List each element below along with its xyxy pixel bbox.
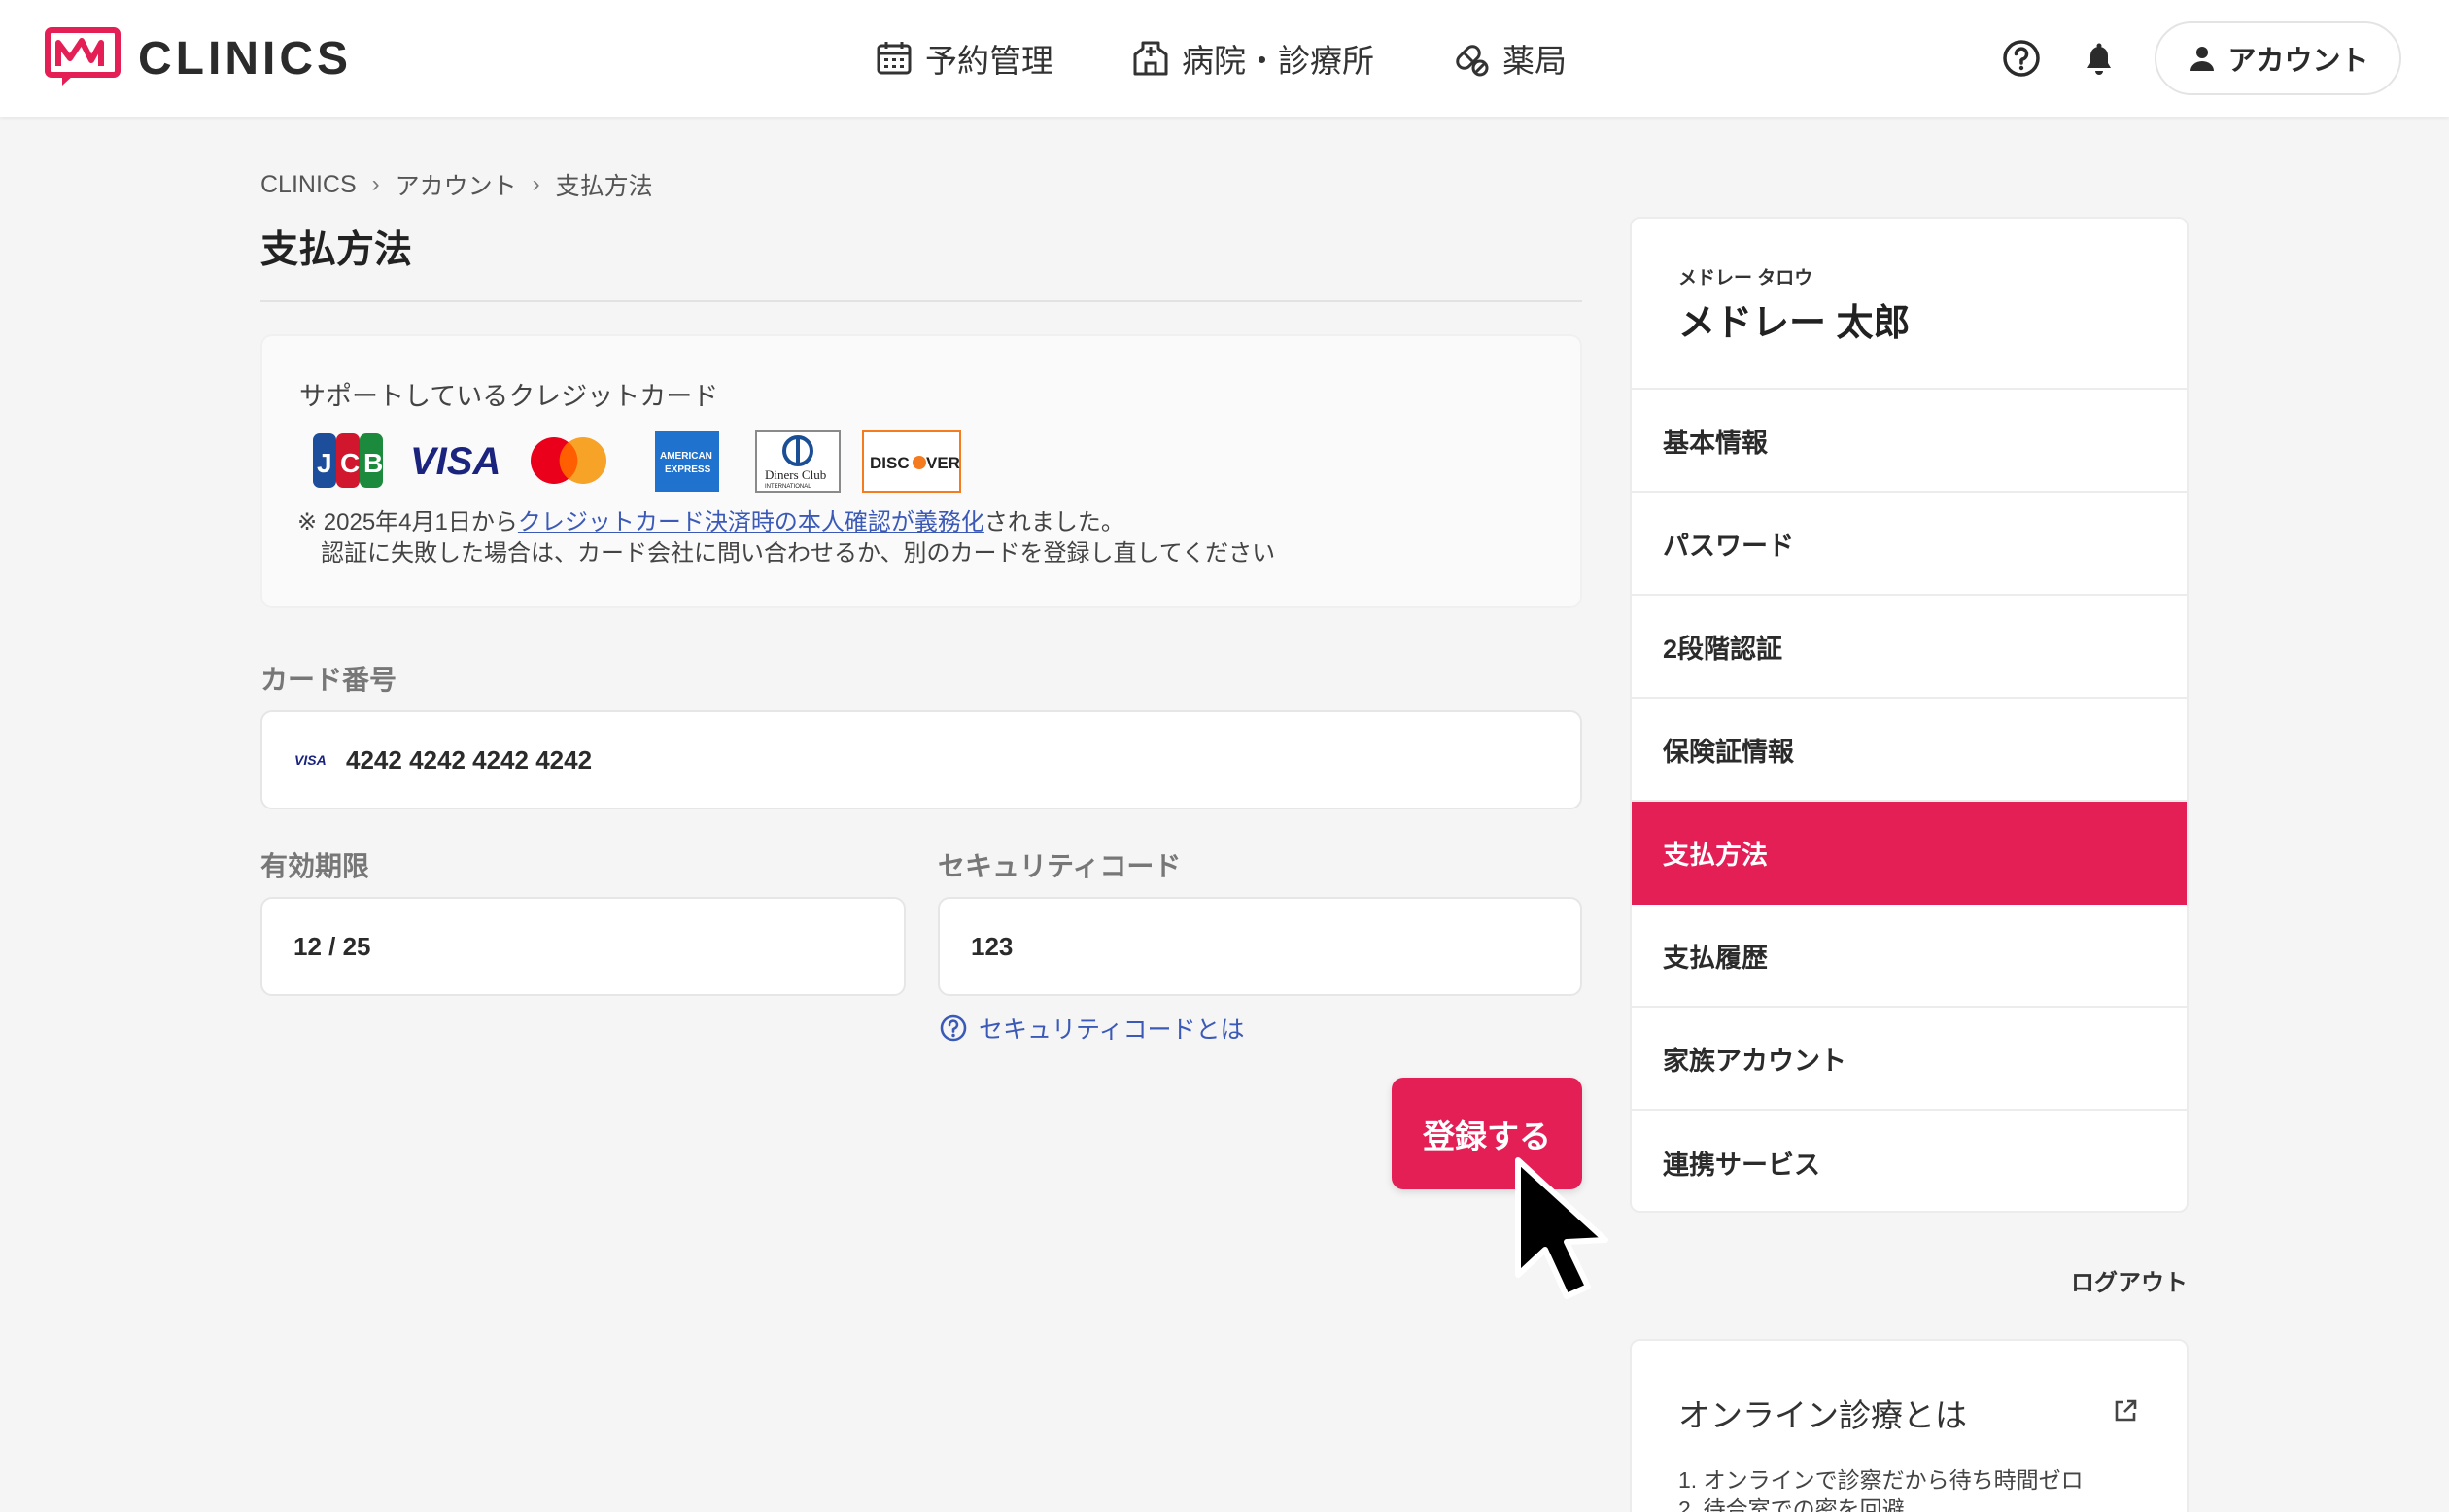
bell-icon[interactable] <box>2078 37 2121 80</box>
card-number-input[interactable]: VISA 4242 4242 4242 4242 <box>260 710 1582 809</box>
sidebar-item-linked-services[interactable]: 連携サービス <box>1632 1111 2187 1211</box>
auth-notice: ※ 2025年4月1日からクレジットカード決済時の本人確認が義務化されました。 … <box>297 507 1275 569</box>
pill-icon <box>1456 45 1489 77</box>
expiry-input[interactable]: 12 / 25 <box>260 897 906 996</box>
calendar-icon <box>877 42 912 75</box>
svg-text:Diners Club: Diners Club <box>765 467 826 482</box>
supported-cards-box: サポートしているクレジットカード J C B VISA AMERICAN EXP… <box>260 334 1582 608</box>
logout-link[interactable]: ログアウト <box>2071 1263 2188 1297</box>
breadcrumb-home[interactable]: CLINICS <box>260 171 357 199</box>
breadcrumb-current: 支払方法 <box>555 173 653 200</box>
account-button[interactable]: アカウント <box>2155 21 2401 95</box>
user-icon <box>2190 47 2215 71</box>
page-title: 支払方法 <box>260 229 413 271</box>
online-consultation-card[interactable]: オンライン診療とは 1. オンラインで診察だから待ち時間ゼロ 2. 待合室での密… <box>1630 1339 2189 1512</box>
svg-text:INTERNATIONAL: INTERNATIONAL <box>765 484 811 490</box>
cvc-help-link[interactable]: セキュリティコードとは <box>938 1011 1245 1046</box>
clinics-logo-icon <box>45 27 121 86</box>
nav-label: 病院・診療所 <box>1182 43 1374 79</box>
mastercard-logo <box>531 437 606 484</box>
expiry-value: 12 / 25 <box>293 931 371 961</box>
main-nav: 予約管理 病院・診療所 薬局 <box>875 0 1644 117</box>
visa-mini-icon: VISA <box>294 752 327 768</box>
sidebar-item-two-factor[interactable]: 2段階認証 <box>1632 596 2187 699</box>
card-number-value: 4242 4242 4242 4242 <box>346 744 593 774</box>
help-icon[interactable] <box>2000 37 2043 80</box>
svg-text:C: C <box>340 448 360 478</box>
sidebar-item-payment-method[interactable]: 支払方法 <box>1632 802 2187 905</box>
cvc-value: 123 <box>971 931 1014 961</box>
breadcrumb-account[interactable]: アカウント <box>396 167 517 202</box>
sidebar-item-password[interactable]: パスワード <box>1632 493 2187 596</box>
clinics-logo[interactable]: CLINICS <box>45 27 352 89</box>
discover-logo: DISC VER <box>862 430 961 493</box>
sidebar-item-basic-info[interactable]: 基本情報 <box>1632 390 2187 493</box>
hospital-icon <box>1133 41 1168 76</box>
nav-reservations[interactable]: 予約管理 <box>875 35 1053 82</box>
info-line: 1. オンラインで診察だから待ち時間ゼロ <box>1678 1467 2084 1493</box>
expiry-label: 有効期限 <box>260 851 370 881</box>
cvc-help-label: セキュリティコードとは <box>979 1016 1245 1044</box>
external-link-icon[interactable] <box>2112 1397 2139 1425</box>
svg-text:DISC: DISC <box>870 454 910 472</box>
top-header: CLINICS 予約管理 病院・診療所 薬局 アカウント <box>0 0 2449 117</box>
nav-hospitals[interactable]: 病院・診療所 <box>1131 35 1374 82</box>
cvc-label: セキュリティコード <box>938 851 1182 881</box>
svg-text:AMERICAN: AMERICAN <box>660 451 712 462</box>
card-brand-logos: J C B VISA AMERICAN EXPRESS Diners Club … <box>313 430 961 493</box>
user-name: メドレー 太郎 <box>1678 303 1911 344</box>
cvc-input[interactable]: 123 <box>938 897 1582 996</box>
nav-pharmacy[interactable]: 薬局 <box>1452 35 1567 82</box>
notice-line2: 認証に失敗した場合は、カード会社に問い合わせるか、別のカードを登録し直してくださ… <box>321 540 1276 567</box>
logo-text: CLINICS <box>138 32 352 85</box>
info-line: 2. 待合室での密を回避 <box>1678 1496 1905 1512</box>
supported-cards-title: サポートしているクレジットカード <box>299 382 719 411</box>
info-card-title: オンライン診療とは <box>1678 1397 1967 1433</box>
account-label: アカウント <box>2227 46 2369 77</box>
diners-club-logo: Diners Club INTERNATIONAL <box>755 430 841 493</box>
svg-text:VISA: VISA <box>410 440 500 483</box>
question-circle-icon <box>940 1014 967 1042</box>
nav-label: 予約管理 <box>925 43 1053 79</box>
title-divider <box>260 300 1582 302</box>
notice-link[interactable]: クレジットカード決済時の本人確認が義務化 <box>518 509 984 535</box>
sidebar-item-family[interactable]: 家族アカウント <box>1632 1008 2187 1111</box>
mouse-cursor-icon <box>1515 1157 1608 1299</box>
nav-label: 薬局 <box>1502 43 1567 79</box>
chevron-right-icon: › <box>532 171 540 197</box>
svg-text:VER: VER <box>926 454 960 472</box>
user-furigana: メドレー タロウ <box>1678 268 1813 289</box>
jcb-logo: J C B <box>313 433 383 488</box>
card-number-label: カード番号 <box>260 665 397 695</box>
svg-text:J: J <box>317 448 332 478</box>
svg-text:B: B <box>363 448 383 478</box>
sidebar-item-insurance[interactable]: 保険証情報 <box>1632 699 2187 802</box>
info-card-list: 1. オンラインで診察だから待ち時間ゼロ 2. 待合室での密を回避 <box>1678 1465 2084 1512</box>
account-sidebar: メドレー タロウ メドレー 太郎 基本情報 パスワード 2段階認証 保険証情報 … <box>1630 217 2189 1213</box>
profile-header: メドレー タロウ メドレー 太郎 <box>1632 219 2187 390</box>
amex-logo: AMERICAN EXPRESS <box>655 431 719 492</box>
notice-suffix: されました。 <box>983 509 1124 535</box>
svg-text:VISA: VISA <box>294 752 327 768</box>
breadcrumb: CLINICS › アカウント › 支払方法 <box>260 167 653 202</box>
visa-logo: VISA <box>410 440 500 483</box>
chevron-right-icon: › <box>371 171 380 197</box>
svg-text:EXPRESS: EXPRESS <box>665 464 711 475</box>
notice-prefix: ※ 2025年4月1日から <box>297 509 518 535</box>
sidebar-item-payment-history[interactable]: 支払履歴 <box>1632 905 2187 1008</box>
